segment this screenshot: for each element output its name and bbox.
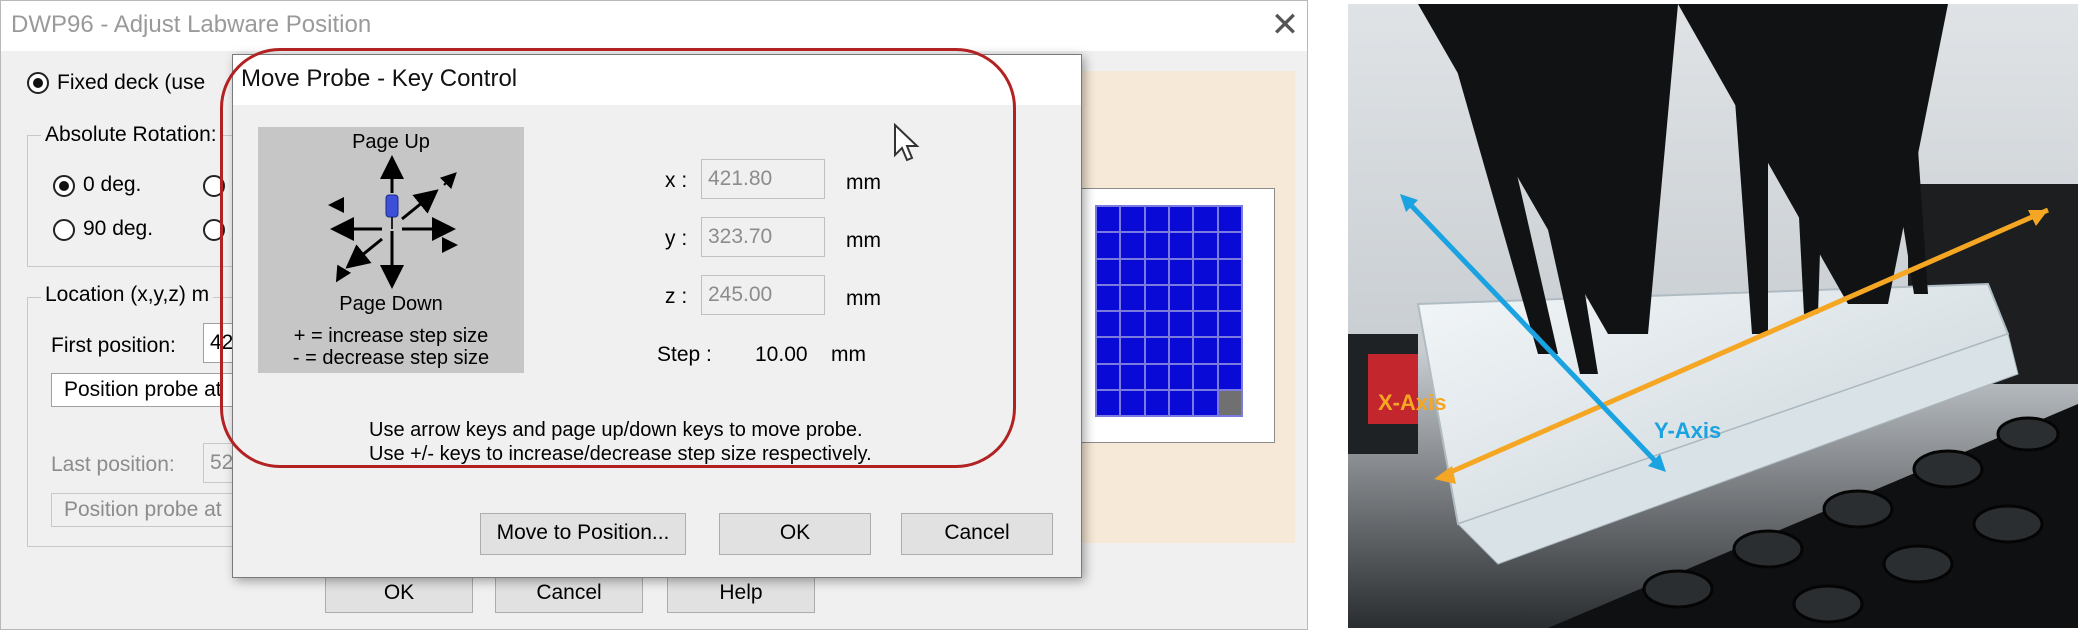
plate-well — [1121, 285, 1144, 310]
plate-well — [1170, 338, 1193, 363]
y-axis-label: Y-Axis — [1654, 418, 1722, 443]
plate-well — [1145, 233, 1168, 258]
plate-well — [1170, 312, 1193, 337]
plate-well — [1218, 233, 1241, 258]
plate-well — [1097, 207, 1120, 232]
plate-well — [1194, 285, 1217, 310]
plate-well — [1218, 312, 1241, 337]
plate-well — [1145, 207, 1168, 232]
plate-well — [1194, 312, 1217, 337]
plate-well — [1194, 233, 1217, 258]
plate-well — [1097, 285, 1120, 310]
rotation-90-label: 90 deg. — [83, 217, 154, 240]
close-icon[interactable]: ✕ — [1269, 7, 1301, 43]
location-group-label: Location (x,y,z) m — [41, 283, 214, 307]
plate-well — [1121, 207, 1144, 232]
back-ok-button[interactable]: OK — [325, 573, 473, 613]
plate-well — [1170, 285, 1193, 310]
plate-well — [1170, 233, 1193, 258]
fixed-deck-radio[interactable] — [27, 72, 49, 94]
move-to-position-button[interactable]: Move to Position... — [480, 513, 686, 555]
rotation-group — [27, 135, 237, 267]
plate-well — [1097, 338, 1120, 363]
pipette-photo-illustration — [1348, 4, 2078, 628]
plate-well — [1194, 259, 1217, 284]
plate-well — [1097, 233, 1120, 258]
position-probe-first-button[interactable]: Position probe at — [51, 373, 241, 407]
plate-well — [1218, 390, 1241, 415]
plate-well — [1218, 338, 1241, 363]
plate-well — [1218, 259, 1241, 284]
plate-well — [1170, 390, 1193, 415]
rotation-0-label: 0 deg. — [83, 173, 142, 196]
plate-well — [1145, 390, 1168, 415]
probe-cancel-button[interactable]: Cancel — [901, 513, 1053, 555]
back-help-button[interactable]: Help — [667, 573, 815, 613]
plate-well — [1121, 312, 1144, 337]
plate-well — [1145, 285, 1168, 310]
x-axis-label: X-Axis — [1378, 390, 1447, 415]
instrument-photo: X-Axis Y-Axis — [1348, 4, 2078, 628]
plate-well — [1145, 312, 1168, 337]
plate-well — [1097, 259, 1120, 284]
first-position-label: First position: — [51, 334, 176, 357]
fixed-deck-label: Fixed deck (use — [57, 71, 206, 94]
rotation-90-radio[interactable] — [53, 219, 75, 241]
plate-well — [1121, 338, 1144, 363]
plate-well — [1121, 364, 1144, 389]
plate-well — [1170, 207, 1193, 232]
plate-well — [1145, 364, 1168, 389]
plate-well — [1194, 390, 1217, 415]
plate-well — [1097, 364, 1120, 389]
rotation-0-radio[interactable] — [53, 175, 75, 197]
plate-well — [1170, 364, 1193, 389]
plate-well — [1218, 364, 1241, 389]
probe-ok-button[interactable]: OK — [719, 513, 871, 555]
plate-well — [1218, 285, 1241, 310]
rotation-group-label: Absolute Rotation: — [41, 123, 221, 147]
plate-well — [1194, 207, 1217, 232]
back-cancel-button[interactable]: Cancel — [495, 573, 643, 613]
last-position-label: Last position: — [51, 453, 175, 476]
position-probe-last-button[interactable]: Position probe at — [51, 493, 241, 527]
plate-well — [1170, 259, 1193, 284]
window-title: DWP96 - Adjust Labware Position — [11, 11, 372, 38]
plate-well — [1218, 207, 1241, 232]
plate-well — [1121, 259, 1144, 284]
plate-well — [1097, 390, 1120, 415]
plate-well — [1194, 338, 1217, 363]
plate-well-grid — [1095, 205, 1243, 417]
plate-well — [1097, 312, 1120, 337]
plate-well — [1194, 364, 1217, 389]
plate-well — [1121, 390, 1144, 415]
highlight-outline — [220, 48, 1016, 468]
plate-well — [1145, 338, 1168, 363]
plate-well — [1145, 259, 1168, 284]
plate-well — [1121, 233, 1144, 258]
